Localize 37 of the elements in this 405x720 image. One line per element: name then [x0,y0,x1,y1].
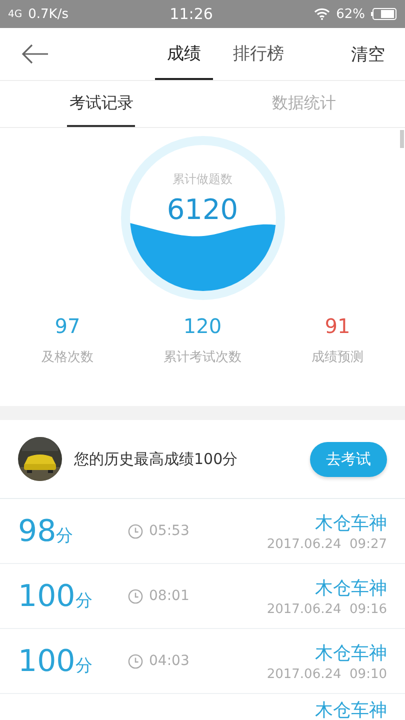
score-text: 100分 [18,644,94,678]
clear-button[interactable]: 清空 [351,42,385,66]
scrollbar [400,130,404,148]
user-name: 木仓车神 [315,642,387,664]
nav-tab[interactable]: 成绩 [155,28,213,80]
user-name: 木仓车神 [315,512,387,534]
clock-icon [128,588,143,604]
user-name: 木仓车神 [315,699,387,720]
duration-text: 05:53 [149,523,190,539]
nav-tab[interactable]: 排行榜 [221,28,296,80]
back-icon[interactable] [20,42,50,66]
battery-level: 62% [336,6,365,22]
duration-text: 08:01 [149,588,190,604]
date-time: 2017.06.24 09:16 [266,602,387,616]
stat-value: 97 [54,314,80,338]
sub-tab[interactable]: 考试记录 [67,81,136,127]
wifi-icon [314,8,330,20]
clock-icon [128,524,143,538]
stat-label: 及格次数 [42,349,94,366]
stat-value: 91 [324,314,350,338]
stat-label: 成绩预测 [312,349,364,366]
network-speed: 0.7K/s [28,6,68,22]
duration-text: 04:03 [149,653,190,669]
battery-icon [371,8,397,20]
score-text: 98分 [18,514,74,548]
score-text: 100分 [18,578,94,614]
date-time: 2017.06.24 09:27 [266,536,387,552]
stat-value: 120 [183,314,222,338]
total-questions-value: 6120 [166,193,240,226]
best-score-text: 您的历史最高成绩100分 [74,450,239,468]
clock-time: 11:26 [168,5,214,23]
stat-label: 累计考试次数 [164,349,242,366]
clock-icon [128,654,143,668]
date-time: 2017.06.24 09:10 [266,666,387,682]
network-type: 4G [8,8,22,20]
total-questions-label: 累计做题数 [172,171,234,188]
user-name: 木仓车神 [315,576,387,600]
